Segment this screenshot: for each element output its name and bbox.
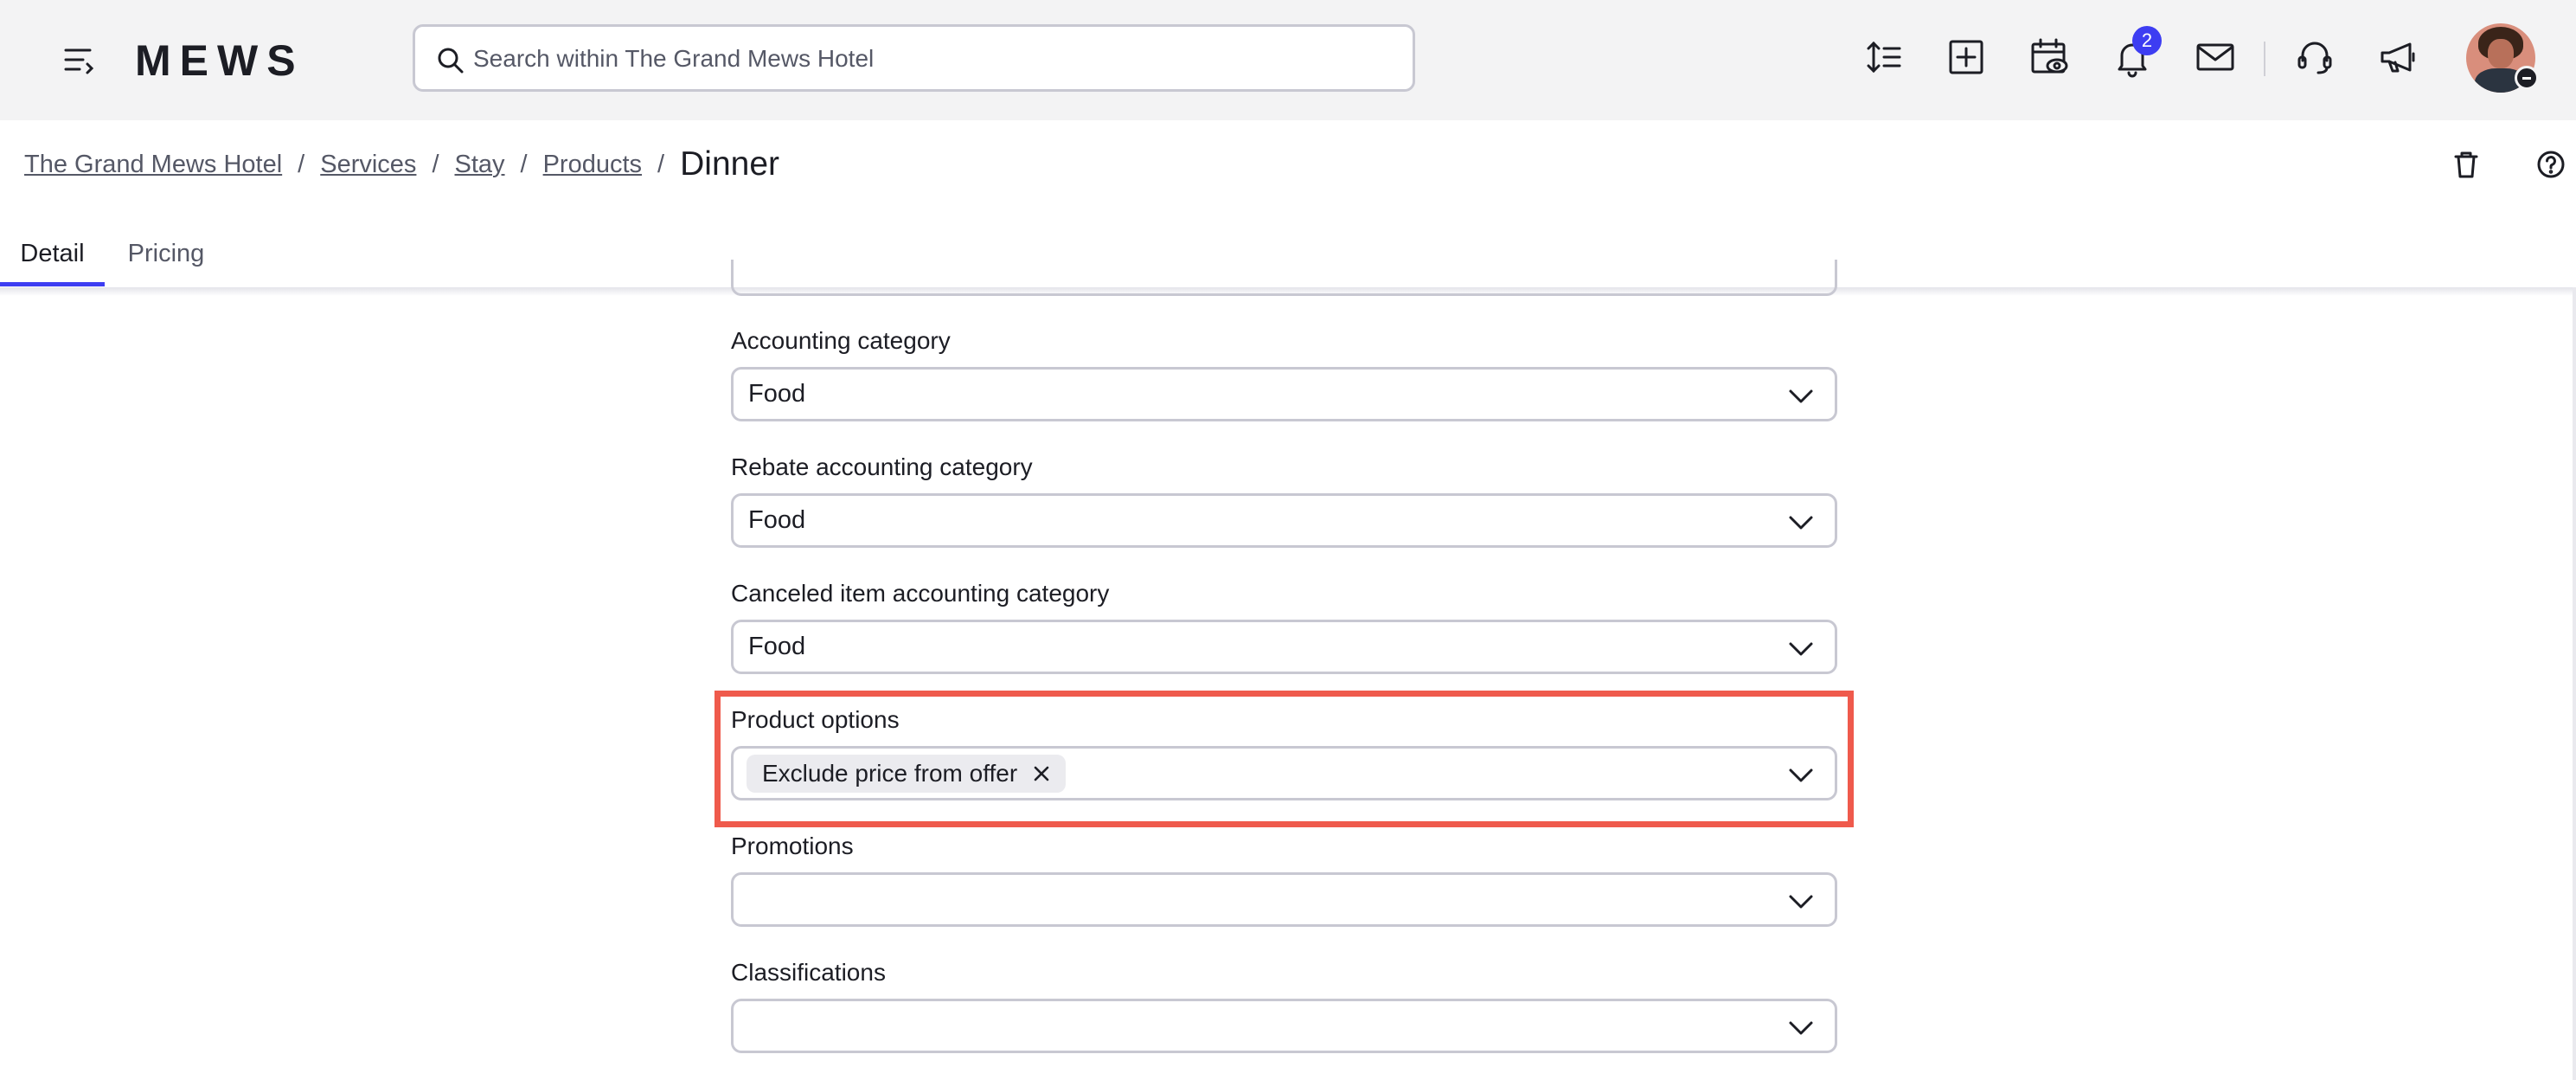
previous-field-bottom[interactable] bbox=[731, 260, 1837, 296]
notification-badge: 2 bbox=[2132, 26, 2162, 55]
product-options-label: Product options bbox=[731, 706, 900, 733]
product-options-select[interactable]: Exclude price from offer bbox=[731, 746, 1837, 800]
breadcrumb: The Grand Mews Hotel / Services / Stay /… bbox=[24, 144, 779, 185]
tab-pricing[interactable]: Pricing bbox=[112, 220, 220, 287]
menu-icon[interactable] bbox=[61, 42, 99, 80]
mail-icon[interactable] bbox=[2191, 33, 2240, 81]
close-icon[interactable] bbox=[1031, 763, 1052, 784]
breadcrumb-hotel-link[interactable]: The Grand Mews Hotel bbox=[24, 151, 282, 179]
active-tab-indicator bbox=[0, 282, 105, 286]
chevron-down-icon bbox=[1789, 389, 1813, 403]
rebate-accounting-category-select[interactable]: Food bbox=[731, 493, 1837, 548]
mews-logo[interactable]: MEWS bbox=[135, 35, 356, 85]
svg-text:MEWS: MEWS bbox=[135, 36, 304, 83]
promotions-label: Promotions bbox=[731, 832, 854, 859]
mews-logo-mark: MEWS bbox=[135, 36, 304, 85]
tab-detail[interactable]: Detail bbox=[0, 220, 105, 287]
add-square-icon[interactable] bbox=[1942, 33, 1990, 81]
canceled-item-accounting-category-select[interactable]: Food bbox=[731, 620, 1837, 674]
chevron-down-icon bbox=[1789, 895, 1813, 909]
breadcrumb-stay-link[interactable]: Stay bbox=[455, 151, 505, 179]
line-height-icon[interactable] bbox=[1860, 33, 1908, 81]
accounting-category-select[interactable]: Food bbox=[731, 367, 1837, 421]
chevron-down-icon bbox=[1789, 516, 1813, 530]
accounting-category-value: Food bbox=[748, 380, 806, 408]
avatar-status-icon bbox=[2515, 66, 2539, 90]
classifications-select[interactable] bbox=[731, 999, 1837, 1053]
calendar-eye-icon[interactable] bbox=[2025, 33, 2073, 81]
canceled-item-accounting-category-label: Canceled item accounting category bbox=[731, 580, 1110, 607]
avatar-face bbox=[2488, 39, 2514, 68]
search-box[interactable] bbox=[413, 24, 1415, 92]
breadcrumb-separator: / bbox=[657, 150, 665, 178]
canceled-item-accounting-category-value: Food bbox=[748, 633, 806, 660]
accounting-category-label: Accounting category bbox=[731, 327, 951, 354]
chevron-down-icon bbox=[1789, 642, 1813, 656]
breadcrumb-separator: / bbox=[520, 150, 528, 178]
breadcrumb-separator: / bbox=[298, 150, 305, 178]
page-title: Dinner bbox=[680, 145, 779, 183]
product-option-chip: Exclude price from offer bbox=[747, 755, 1067, 793]
classifications-label: Classifications bbox=[731, 959, 886, 986]
breadcrumb-separator: / bbox=[432, 150, 439, 178]
trash-icon[interactable] bbox=[2447, 145, 2485, 183]
toolbar-divider bbox=[2264, 42, 2265, 76]
chevron-down-icon bbox=[1789, 1021, 1813, 1035]
top-bar: MEWS 2 bbox=[0, 0, 2576, 120]
search-input[interactable] bbox=[471, 37, 1392, 80]
rebate-accounting-category-value: Food bbox=[748, 506, 806, 534]
scrollbar-track[interactable] bbox=[2573, 287, 2576, 1080]
megaphone-icon[interactable] bbox=[2374, 33, 2422, 81]
breadcrumb-services-link[interactable]: Services bbox=[320, 151, 416, 179]
chevron-down-icon bbox=[1789, 768, 1813, 782]
rebate-accounting-category-label: Rebate accounting category bbox=[731, 453, 1033, 480]
help-icon[interactable] bbox=[2532, 145, 2570, 183]
search-icon bbox=[438, 48, 464, 74]
product-option-chip-label: Exclude price from offer bbox=[762, 760, 1018, 787]
headset-icon[interactable] bbox=[2291, 33, 2339, 81]
breadcrumb-products-link[interactable]: Products bbox=[543, 151, 642, 179]
promotions-select[interactable] bbox=[731, 872, 1837, 927]
